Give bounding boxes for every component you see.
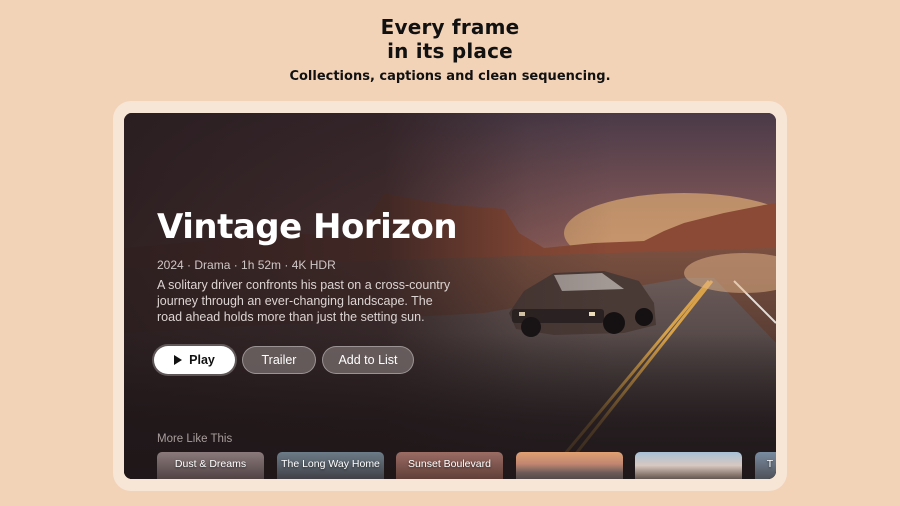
promo-subtitle: Collections, captions and clean sequenci… xyxy=(289,69,611,84)
thumbnail-title: The Long Way Home xyxy=(281,458,380,470)
thumbnail-card[interactable] xyxy=(516,452,623,479)
add-to-list-button[interactable]: Add to List xyxy=(322,346,414,374)
movie-description: A solitary driver confronts his past on … xyxy=(157,278,451,324)
movie-title: Vintage Horizon xyxy=(157,207,458,247)
movie-meta: 2024 · Drama · 1h 52m · 4K HDR xyxy=(157,258,336,272)
promo-title: Every frame in its place xyxy=(0,15,900,63)
play-icon xyxy=(174,355,183,365)
thumbnail-card[interactable]: T xyxy=(755,452,776,479)
thumbnail-title: Dust & Dreams xyxy=(174,458,247,470)
play-label: Play xyxy=(189,353,215,367)
tv-screen: Vintage Horizon 2024 · Drama · 1h 52m · … xyxy=(124,113,776,479)
thumbnail-card[interactable] xyxy=(635,452,742,479)
thumbnail-card[interactable]: The Long Way Home xyxy=(277,452,384,479)
promo-title-line1: Every frame xyxy=(380,15,520,39)
thumbnail-card[interactable]: Sunset Boulevard xyxy=(396,452,503,479)
thumbnail-title: Sunset Boulevard xyxy=(408,458,491,470)
play-button[interactable]: Play xyxy=(154,346,235,374)
promo-title-line2: in its place xyxy=(387,39,513,63)
thumbnail-title: T xyxy=(766,458,774,470)
more-like-this-label: More Like This xyxy=(157,433,233,445)
thumbnail-card[interactable]: Dust & Dreams xyxy=(157,452,264,479)
trailer-button[interactable]: Trailer xyxy=(242,346,316,374)
